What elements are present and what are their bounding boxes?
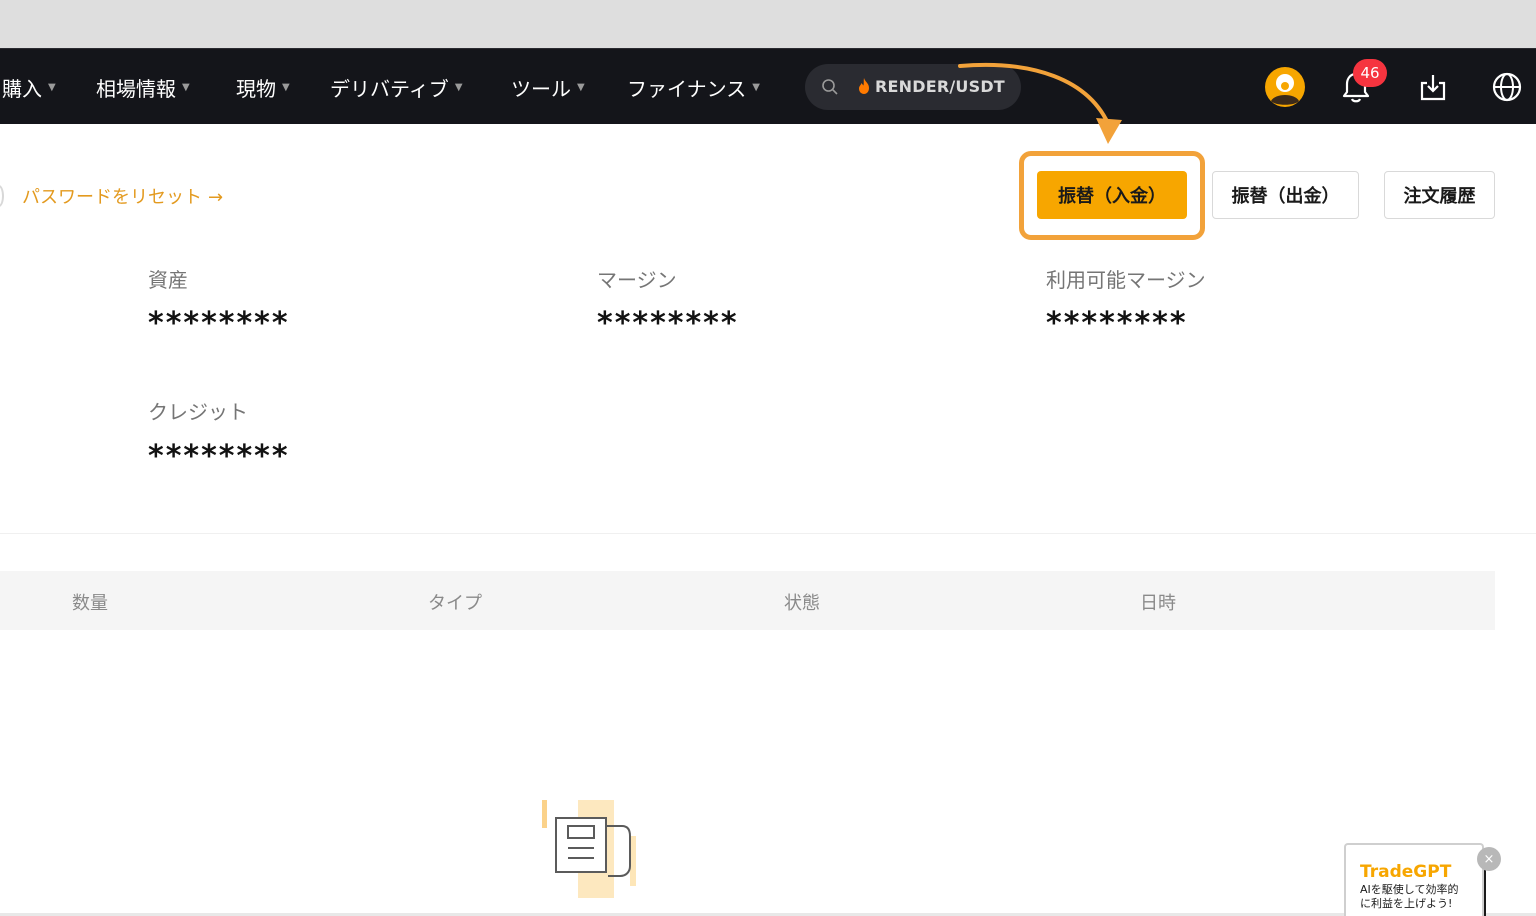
nav-item-label: 相場情報 [96, 76, 176, 101]
assets-value: ******** [148, 306, 290, 341]
column-header-type: タイプ [428, 593, 482, 614]
nav-item-markets[interactable]: 相場情報 ▼ [96, 49, 190, 125]
globe-icon[interactable] [1487, 67, 1527, 107]
credit-value: ******** [148, 439, 290, 474]
reset-password-link[interactable]: パスワードをリセット → [22, 183, 223, 209]
tradegpt-title: TradeGPT [1360, 862, 1452, 882]
tradegpt-line-2: に利益を上げよう! [1360, 897, 1453, 910]
empty-state-document-icon [542, 800, 636, 898]
column-header-datetime: 日時 [1140, 593, 1176, 614]
nav-item-label: 現物 [236, 76, 276, 101]
deposit-transfer-button[interactable]: 振替（入金） [1037, 171, 1187, 219]
nav-item-label: 購入 [2, 76, 42, 101]
section-divider [0, 533, 1536, 534]
table-header: 数量 タイプ 状態 日時 [0, 571, 1495, 630]
arrow-right-icon: → [208, 187, 224, 208]
assets-label: 資産 [148, 268, 188, 292]
close-icon[interactable]: × [1477, 847, 1501, 871]
search-icon [821, 78, 839, 100]
chevron-down-icon: ▼ [752, 81, 760, 93]
reset-password-label: パスワードをリセット [22, 187, 202, 208]
nav-item-derivatives[interactable]: デリバティブ ▼ [330, 49, 463, 125]
browser-top-band [0, 0, 1536, 48]
chevron-down-icon: ▼ [454, 81, 463, 93]
margin-value: ******** [597, 306, 739, 341]
nav-item-label: ファイナンス [627, 76, 747, 101]
chevron-down-icon: ▼ [182, 81, 190, 93]
tradegpt-description: AIを駆使して効率的 に利益を上げよう! [1360, 883, 1480, 911]
order-history-button[interactable]: 注文履歴 [1384, 171, 1495, 219]
tradegpt-widget[interactable]: TradeGPT AIを駆使して効率的 に利益を上げよう! [1344, 843, 1484, 916]
available-margin-label: 利用可能マージン [1046, 268, 1206, 292]
download-icon[interactable] [1413, 67, 1453, 107]
available-margin-value: ******** [1046, 306, 1188, 341]
nav-item-tools[interactable]: ツール ▼ [511, 49, 585, 125]
notification-badge: 46 [1353, 59, 1387, 87]
avatar[interactable] [1265, 67, 1305, 107]
account-indicator [0, 185, 4, 207]
fire-icon [857, 77, 871, 99]
margin-label: マージン [597, 268, 677, 292]
callout-arrow-icon [958, 62, 1122, 144]
withdraw-transfer-button[interactable]: 振替（出金） [1212, 171, 1359, 219]
top-navigation: 購入 ▼ 相場情報 ▼ 現物 ▼ デリバティブ ▼ ツール ▼ ファイナンス ▼… [0, 48, 1536, 124]
credit-label: クレジット [148, 400, 248, 424]
column-header-status: 状態 [784, 593, 820, 614]
tradegpt-line-1: AIを駆使して効率的 [1360, 883, 1459, 896]
chevron-down-icon: ▼ [282, 81, 290, 93]
nav-item-buy[interactable]: 購入 ▼ [2, 49, 56, 125]
nav-item-label: デリバティブ [330, 76, 449, 101]
column-header-quantity: 数量 [72, 593, 108, 614]
nav-item-label: ツール [511, 76, 571, 101]
nav-item-finance[interactable]: ファイナンス ▼ [627, 49, 760, 125]
chevron-down-icon: ▼ [48, 81, 56, 93]
chevron-down-icon: ▼ [577, 81, 585, 93]
nav-item-spot[interactable]: 現物 ▼ [236, 49, 290, 125]
